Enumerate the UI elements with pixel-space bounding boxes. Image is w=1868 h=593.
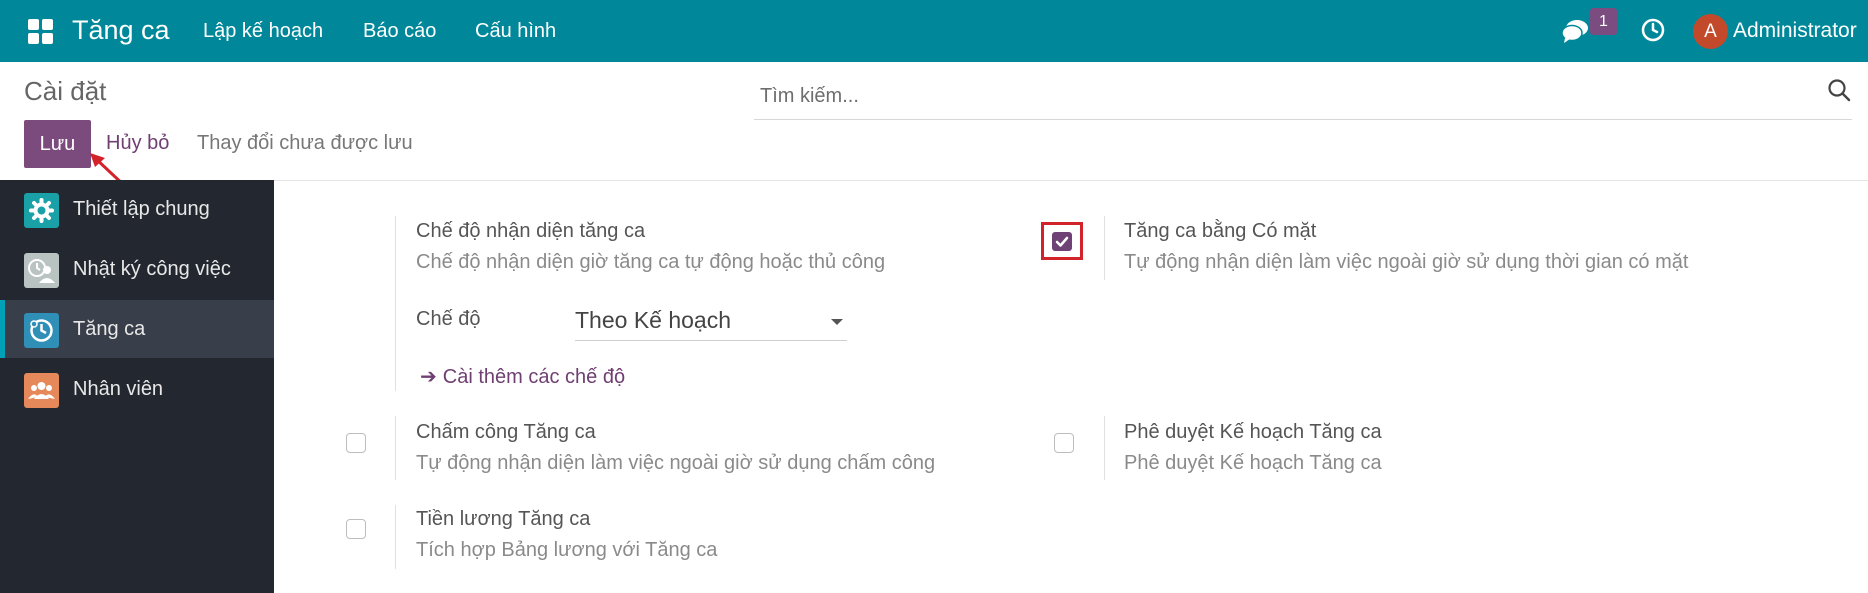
- divider: [1104, 416, 1105, 480]
- search-input[interactable]: [760, 79, 1760, 113]
- settings-sidebar: Thiết lập chung Nhật ký công việc Tăng c…: [0, 180, 274, 593]
- top-navbar: Tăng ca Lập kế hoạch Báo cáo Cấu hình 1 …: [0, 0, 1868, 62]
- chevron-down-icon: [831, 319, 843, 325]
- check-icon: [1055, 236, 1069, 247]
- notification-badge[interactable]: 1: [1590, 8, 1617, 35]
- menu-planning[interactable]: Lập kế hoạch: [203, 20, 323, 43]
- overtime-icon: [24, 313, 59, 348]
- divider: [274, 180, 1868, 181]
- worklog-icon: [24, 253, 59, 288]
- sidebar-item-label: Thiết lập chung: [73, 198, 210, 220]
- menu-configuration[interactable]: Cấu hình: [475, 20, 556, 43]
- app-title[interactable]: Tăng ca: [72, 15, 170, 46]
- setting-title: Tiền lương Tăng ca: [416, 508, 591, 530]
- timesheet-overtime-checkbox[interactable]: [346, 433, 366, 453]
- mode-label: Chế độ: [416, 308, 481, 330]
- setting-description: Tự động nhận diện làm việc ngoài giờ sử …: [1124, 251, 1689, 273]
- setting-title: Chế độ nhận diện tăng ca: [416, 220, 646, 242]
- more-link-label: Cài thêm các chế độ: [442, 366, 626, 388]
- apps-menu-icon[interactable]: [28, 19, 53, 44]
- sidebar-item-employees[interactable]: Nhân viên: [0, 360, 274, 418]
- save-button[interactable]: Lưu: [24, 120, 91, 168]
- divider: [395, 216, 396, 391]
- user-name[interactable]: Administrator: [1733, 19, 1857, 43]
- mode-select[interactable]: Theo Kế hoạch: [575, 303, 847, 341]
- setting-description: Tích hợp Bảng lương với Tăng ca: [416, 539, 718, 561]
- chat-icon[interactable]: [1561, 16, 1591, 46]
- setting-description: Chế độ nhận diện giờ tăng ca tự động hoặ…: [416, 251, 886, 273]
- avatar[interactable]: A: [1693, 14, 1728, 49]
- overtime-payroll-checkbox[interactable]: [346, 519, 366, 539]
- clock-icon[interactable]: [1640, 17, 1666, 43]
- install-more-modes-link[interactable]: ➔ Cài thêm các chế độ: [420, 364, 625, 389]
- page-title: Cài đặt: [24, 76, 107, 106]
- setting-title: Phê duyệt Kế hoạch Tăng ca: [1124, 421, 1382, 443]
- mode-select-value: Theo Kế hoạch: [575, 307, 732, 333]
- setting-description: Tự động nhận diện làm việc ngoài giờ sử …: [416, 452, 936, 474]
- attendance-overtime-checkbox[interactable]: [1041, 222, 1083, 260]
- search-bar: [754, 75, 1852, 120]
- sidebar-item-label: Nhân viên: [73, 378, 164, 400]
- sidebar-item-worklog[interactable]: Nhật ký công việc: [0, 240, 274, 298]
- setting-title: Tăng ca bằng Có mặt: [1124, 220, 1317, 242]
- arrow-right-icon: ➔: [420, 366, 437, 388]
- overtime-plan-approval-checkbox[interactable]: [1054, 433, 1074, 453]
- unsaved-changes-text: Thay đổi chưa được lưu: [197, 132, 413, 154]
- employees-icon: [24, 373, 59, 408]
- sidebar-item-label: Nhật ký công việc: [73, 258, 231, 280]
- divider: [395, 505, 396, 569]
- sidebar-item-label: Tăng ca: [73, 318, 146, 340]
- checkbox-checked: [1052, 232, 1072, 251]
- search-icon[interactable]: [1826, 77, 1852, 103]
- divider: [395, 416, 396, 480]
- sidebar-item-general[interactable]: Thiết lập chung: [0, 180, 274, 238]
- setting-title: Chấm công Tăng ca: [416, 421, 596, 443]
- divider: [1104, 216, 1105, 280]
- gear-icon: [24, 193, 59, 228]
- menu-reports[interactable]: Báo cáo: [363, 20, 436, 43]
- setting-description: Phê duyệt Kế hoạch Tăng ca: [1124, 452, 1382, 474]
- sidebar-item-overtime[interactable]: Tăng ca: [0, 300, 274, 358]
